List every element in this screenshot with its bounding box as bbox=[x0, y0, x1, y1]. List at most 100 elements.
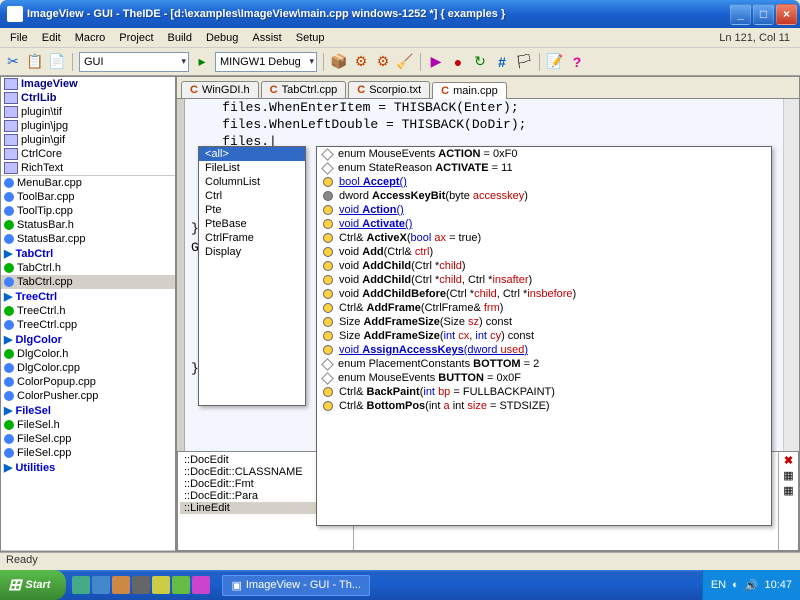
autocomplete-item[interactable]: Ctrl& BackPaint(int bp = FULLBACKPAINT) bbox=[317, 385, 771, 399]
ql-icon-2[interactable] bbox=[92, 576, 110, 594]
autocomplete-item[interactable]: Ctrl& ActiveX(bool ax = true) bbox=[317, 231, 771, 245]
hash-icon[interactable]: # bbox=[493, 53, 511, 71]
file-item[interactable]: TreeCtrl.h bbox=[1, 304, 175, 318]
project-tree[interactable]: ImageViewCtrlLibplugin\tifplugin\jpgplug… bbox=[1, 77, 175, 176]
menu-debug[interactable]: Debug bbox=[200, 30, 244, 46]
editor-tab[interactable]: Cmain.cpp bbox=[432, 82, 507, 99]
filter-item[interactable]: <all> bbox=[199, 147, 305, 161]
filter-item[interactable]: ColumnList bbox=[199, 175, 305, 189]
menu-project[interactable]: Project bbox=[113, 30, 159, 46]
autocomplete-item[interactable]: Ctrl& AddFrame(CtrlFrame& frm) bbox=[317, 301, 771, 315]
refresh-icon[interactable]: ↻ bbox=[471, 53, 489, 71]
menu-edit[interactable]: Edit bbox=[36, 30, 67, 46]
file-item[interactable]: TreeCtrl.cpp bbox=[1, 318, 175, 332]
start-button[interactable]: ⊞ Start bbox=[0, 570, 66, 600]
editor-tab[interactable]: CScorpio.txt bbox=[348, 81, 430, 98]
panel-config2-icon[interactable]: ▦ bbox=[783, 484, 793, 497]
autocomplete-popup[interactable]: enum MouseEvents ACTION = 0xF0enum State… bbox=[316, 146, 772, 526]
autocomplete-item[interactable]: void AddChild(Ctrl *child, Ctrl *insafte… bbox=[317, 273, 771, 287]
editor-tab[interactable]: CWinGDI.h bbox=[181, 81, 259, 98]
project-item[interactable]: plugin\jpg bbox=[1, 119, 175, 133]
panel-config-icon[interactable]: ▦ bbox=[783, 469, 793, 482]
autocomplete-item[interactable]: enum PlacementConstants BOTTOM = 2 bbox=[317, 357, 771, 371]
ql-icon-5[interactable] bbox=[152, 576, 170, 594]
build-icon[interactable]: ⚙ bbox=[352, 53, 370, 71]
file-item[interactable]: StatusBar.cpp bbox=[1, 232, 175, 246]
build-combo[interactable]: MINGW1 Debug bbox=[215, 52, 317, 72]
flag-icon[interactable]: 🏳 bbox=[515, 53, 533, 71]
class-filter-popup[interactable]: <all>FileListColumnListCtrlPtePteBaseCtr… bbox=[198, 146, 306, 406]
project-item[interactable]: CtrlCore bbox=[1, 147, 175, 161]
copy-icon[interactable]: 📋 bbox=[26, 53, 44, 71]
autocomplete-item[interactable]: enum MouseEvents ACTION = 0xF0 bbox=[317, 147, 771, 161]
file-item[interactable]: ColorPopup.cpp bbox=[1, 375, 175, 389]
project-item[interactable]: plugin\gif bbox=[1, 133, 175, 147]
menu-setup[interactable]: Setup bbox=[290, 30, 331, 46]
run-icon[interactable]: ▶ bbox=[427, 53, 445, 71]
close-button[interactable]: × bbox=[776, 4, 797, 25]
menu-macro[interactable]: Macro bbox=[69, 30, 112, 46]
filter-item[interactable]: CtrlFrame bbox=[199, 231, 305, 245]
file-item[interactable]: TabCtrl.cpp bbox=[1, 275, 175, 289]
maximize-button[interactable]: □ bbox=[753, 4, 774, 25]
filter-item[interactable]: Ctrl bbox=[199, 189, 305, 203]
menu-file[interactable]: File bbox=[4, 30, 34, 46]
project-item[interactable]: plugin\tif bbox=[1, 105, 175, 119]
autocomplete-item[interactable]: void Add(Ctrl& ctrl) bbox=[317, 245, 771, 259]
editor-tab[interactable]: CTabCtrl.cpp bbox=[261, 81, 347, 98]
ql-icon-1[interactable] bbox=[72, 576, 90, 594]
autocomplete-item[interactable]: void AddChild(Ctrl *child) bbox=[317, 259, 771, 273]
ql-icon-3[interactable] bbox=[112, 576, 130, 594]
filter-item[interactable]: Display bbox=[199, 245, 305, 259]
filter-item[interactable]: FileList bbox=[199, 161, 305, 175]
stop-icon[interactable]: ● bbox=[449, 53, 467, 71]
ql-icon-6[interactable] bbox=[172, 576, 190, 594]
file-item[interactable]: ▶TabCtrl bbox=[1, 246, 175, 261]
cut-icon[interactable]: ✂ bbox=[4, 53, 22, 71]
autocomplete-item[interactable]: bool Accept() bbox=[317, 175, 771, 189]
paste-icon[interactable]: 📄 bbox=[48, 53, 66, 71]
taskbar-task[interactable]: ▣ ImageView - GUI - Th... bbox=[222, 575, 370, 596]
help-icon[interactable]: ? bbox=[568, 53, 586, 71]
package-combo[interactable]: GUI bbox=[79, 52, 189, 72]
file-item[interactable]: FileSel.cpp bbox=[1, 432, 175, 446]
project-item[interactable]: ImageView bbox=[1, 77, 175, 91]
file-item[interactable]: FileSel.h bbox=[1, 418, 175, 432]
file-item[interactable]: ColorPusher.cpp bbox=[1, 389, 175, 403]
autocomplete-item[interactable]: enum StateReason ACTIVATE = 11 bbox=[317, 161, 771, 175]
editor-scrollbar[interactable] bbox=[783, 99, 799, 451]
file-item[interactable]: ToolTip.cpp bbox=[1, 204, 175, 218]
lang-indicator[interactable]: EN bbox=[711, 579, 726, 591]
project-item[interactable]: CtrlLib bbox=[1, 91, 175, 105]
file-item[interactable]: ▶Utilities bbox=[1, 460, 175, 475]
box-icon[interactable]: 📦 bbox=[330, 53, 348, 71]
minimize-button[interactable]: _ bbox=[730, 4, 751, 25]
ql-icon-4[interactable] bbox=[132, 576, 150, 594]
autocomplete-item[interactable]: Size AddFrameSize(int cx, int cy) const bbox=[317, 329, 771, 343]
autocomplete-item[interactable]: void Action() bbox=[317, 203, 771, 217]
project-item[interactable]: RichText bbox=[1, 161, 175, 175]
file-item[interactable]: DlgColor.cpp bbox=[1, 361, 175, 375]
file-item[interactable]: ToolBar.cpp bbox=[1, 190, 175, 204]
file-item[interactable]: MenuBar.cpp bbox=[1, 176, 175, 190]
filter-item[interactable]: Pte bbox=[199, 203, 305, 217]
autocomplete-item[interactable]: void AddChildBefore(Ctrl *child, Ctrl *i… bbox=[317, 287, 771, 301]
file-item[interactable]: ▶TreeCtrl bbox=[1, 289, 175, 304]
autocomplete-item[interactable]: enum MouseEvents BUTTON = 0x0F bbox=[317, 371, 771, 385]
file-item[interactable]: ▶FileSel bbox=[1, 403, 175, 418]
file-item[interactable]: ▶DlgColor bbox=[1, 332, 175, 347]
menu-build[interactable]: Build bbox=[162, 30, 198, 46]
tray-icon-2[interactable]: 🔊 bbox=[745, 579, 759, 592]
autocomplete-item[interactable]: dword AccessKeyBit(byte accesskey) bbox=[317, 189, 771, 203]
autocomplete-item[interactable]: Size AddFrameSize(Size sz) const bbox=[317, 315, 771, 329]
autocomplete-item[interactable]: Ctrl& BottomPos(int a int size = STDSIZE… bbox=[317, 399, 771, 413]
filter-item[interactable]: PteBase bbox=[199, 217, 305, 231]
clean-icon[interactable]: 🧹 bbox=[396, 53, 414, 71]
combo-arrow-icon[interactable]: ▸ bbox=[193, 53, 211, 71]
build-all-icon[interactable]: ⚙ bbox=[374, 53, 392, 71]
file-item[interactable]: DlgColor.h bbox=[1, 347, 175, 361]
ql-icon-7[interactable] bbox=[192, 576, 210, 594]
menu-assist[interactable]: Assist bbox=[246, 30, 287, 46]
file-item[interactable]: StatusBar.h bbox=[1, 218, 175, 232]
autocomplete-item[interactable]: void Activate() bbox=[317, 217, 771, 231]
